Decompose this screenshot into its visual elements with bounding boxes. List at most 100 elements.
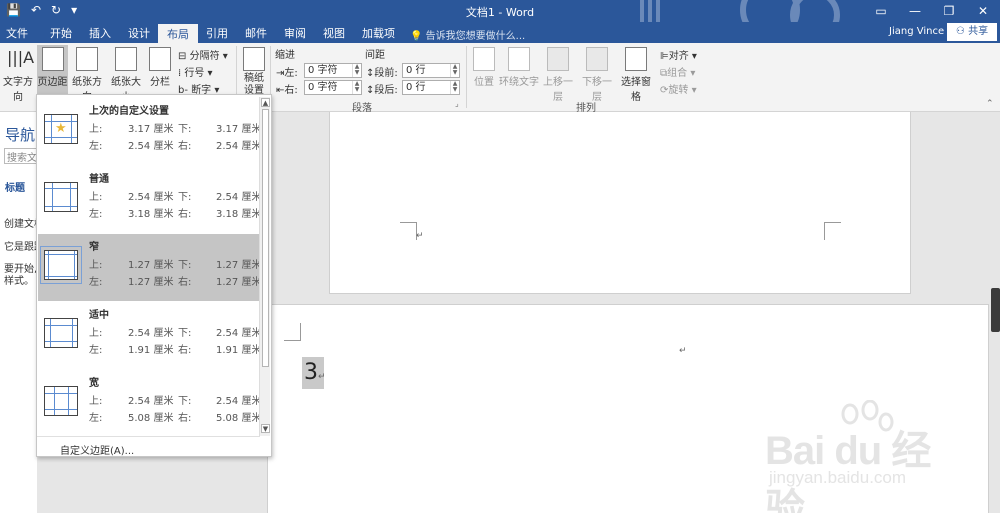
star-icon: ★ bbox=[55, 121, 67, 136]
breaks-icon: ⊟ bbox=[178, 51, 187, 62]
scroll-up-icon[interactable]: ▲ bbox=[261, 98, 270, 107]
ribbon-display-icon[interactable]: ▭ bbox=[864, 0, 898, 22]
spacing-before-input[interactable]: 0 行 ▲ ▼ bbox=[402, 63, 460, 78]
tab-references[interactable]: 引用 bbox=[206, 25, 228, 41]
margin-corner-mark bbox=[824, 222, 841, 240]
margins-icon bbox=[41, 47, 64, 71]
indent-left-label: ⇥左: bbox=[276, 68, 298, 79]
tab-review[interactable]: 审阅 bbox=[284, 25, 306, 41]
indent-right-input[interactable]: 0 字符 ▲ ▼ bbox=[304, 80, 362, 95]
margins-button[interactable]: 页边距 bbox=[37, 45, 68, 95]
spin-arrows-icon[interactable]: ▲ ▼ bbox=[352, 81, 361, 94]
margin-preset-narrow[interactable]: 窄 上: 1.27 厘米 下: 1.27 厘米 左: 1.27 厘米 右: 1.… bbox=[38, 234, 261, 301]
margin-thumbnail: ★ bbox=[44, 114, 78, 144]
menu-divider bbox=[37, 436, 260, 437]
restore-icon[interactable]: ❐ bbox=[932, 0, 966, 22]
custom-margins-item[interactable]: 自定义边距(A)... bbox=[60, 442, 134, 457]
send-backward-button[interactable]: 下移一层 bbox=[578, 47, 616, 103]
window-title: 文档1 - Word bbox=[465, 6, 535, 19]
scroll-down-icon[interactable]: ▼ bbox=[261, 424, 270, 433]
margin-corner-mark bbox=[284, 323, 301, 341]
position-icon bbox=[473, 47, 495, 71]
nav-text-line: 样式。 bbox=[4, 276, 34, 287]
dialog-launcher-icon[interactable]: ⌟ bbox=[455, 99, 459, 108]
side-handle[interactable] bbox=[991, 288, 1000, 332]
tab-file[interactable]: 文件 bbox=[6, 25, 28, 41]
paragraph-mark: ↵ bbox=[679, 346, 687, 356]
bring-forward-icon bbox=[547, 47, 569, 71]
dropdown-scrollbar[interactable]: ▲ ▼ bbox=[259, 97, 270, 436]
watermark-url: jingyan.baidu.com bbox=[769, 468, 907, 487]
position-button[interactable]: 位置 bbox=[470, 47, 498, 88]
lightbulb-icon: 💡 bbox=[410, 31, 423, 42]
window-controls: ▭ — ❐ ✕ bbox=[864, 0, 1000, 22]
tab-design[interactable]: 设计 bbox=[128, 25, 150, 41]
margin-thumbnail bbox=[40, 246, 82, 284]
share-button[interactable]: ⚇ 共享 bbox=[947, 23, 997, 41]
spacing-after-input[interactable]: 0 行 ▲ ▼ bbox=[402, 80, 460, 95]
nav-text-line: 它是跟踪 bbox=[4, 242, 37, 253]
nav-title: 导航 bbox=[5, 126, 36, 144]
tell-me-box[interactable]: 💡 告诉我您想要做什么... bbox=[410, 27, 525, 42]
tab-mailings[interactable]: 邮件 bbox=[245, 25, 267, 41]
margin-preset-normal[interactable]: 普通 上: 2.54 厘米 下: 2.54 厘米 左: 3.18 厘米 右: 3… bbox=[38, 166, 261, 233]
spacing-before-label: ↕段前: bbox=[366, 68, 398, 79]
collapse-ribbon-icon[interactable]: ⌃ bbox=[986, 99, 994, 109]
nav-text-line: 创建文档 bbox=[4, 219, 37, 230]
orientation-icon bbox=[76, 47, 98, 71]
tab-home[interactable]: 开始 bbox=[50, 25, 72, 41]
wrap-text-button[interactable]: 环绕文字 bbox=[499, 47, 539, 88]
line-numbers-button[interactable]: ⁞ 行号 ▾ bbox=[178, 64, 213, 79]
rotate-button[interactable]: ⟳旋转 ▾ bbox=[660, 81, 697, 96]
margin-preset-moderate[interactable]: 适中 上: 2.54 厘米 下: 2.54 厘米 左: 1.91 厘米 右: 1… bbox=[38, 302, 261, 369]
share-label: 共享 bbox=[968, 26, 989, 37]
tab-insert[interactable]: 插入 bbox=[89, 25, 111, 41]
close-icon[interactable]: ✕ bbox=[966, 0, 1000, 22]
text-direction-button[interactable]: |||A 文字方向 bbox=[0, 47, 36, 103]
watermark-brand: Bai du 经验 bbox=[765, 429, 931, 513]
person-icon: ⚇ bbox=[955, 26, 965, 37]
spin-arrows-icon[interactable]: ▲ ▼ bbox=[450, 81, 459, 94]
spin-arrows-icon[interactable]: ▲ ▼ bbox=[450, 64, 459, 77]
tab-view[interactable]: 视图 bbox=[323, 25, 345, 41]
baidu-watermark: Bai du 经验 jingyan.baidu.com bbox=[755, 400, 965, 513]
wrap-text-icon bbox=[508, 47, 530, 71]
tab-addins[interactable]: 加载项 bbox=[362, 25, 395, 41]
margin-preset-wide[interactable]: 宽 上: 2.54 厘米 下: 2.54 厘米 左: 5.08 厘米 右: 5.… bbox=[38, 370, 261, 437]
indent-header: 缩进 bbox=[275, 50, 295, 61]
selected-text[interactable]: 3↵ bbox=[302, 357, 326, 389]
align-icon: ⊫ bbox=[660, 51, 669, 62]
user-name[interactable]: Jiang Vince bbox=[889, 26, 944, 37]
spacing-header: 间距 bbox=[365, 50, 385, 61]
group-button[interactable]: ⧉组合 ▾ bbox=[660, 64, 695, 79]
tab-layout[interactable]: 布局 bbox=[158, 24, 198, 43]
indent-left-input[interactable]: 0 字符 ▲ ▼ bbox=[304, 63, 362, 78]
margin-corner-mark bbox=[400, 222, 417, 240]
draft-settings-button[interactable]: 稿纸设置 bbox=[240, 47, 268, 97]
line-numbers-icon: ⁞ bbox=[178, 68, 182, 79]
nav-search-input[interactable]: 搜索文档 bbox=[4, 148, 37, 164]
paper-size-icon bbox=[115, 47, 137, 71]
selection-pane-icon bbox=[625, 47, 647, 71]
spacing-after-label: ↕段后: bbox=[366, 85, 398, 96]
spin-arrows-icon[interactable]: ▲ ▼ bbox=[352, 64, 361, 77]
ribbon-tabs: 文件 开始 插入 设计 布局 引用 邮件 审阅 视图 加载项 💡 告诉我您想要做… bbox=[0, 22, 1000, 43]
selection-pane-button[interactable]: 选择窗格 bbox=[617, 47, 655, 103]
indent-right-label: ⇤右: bbox=[276, 85, 298, 96]
columns-button[interactable]: 分栏 bbox=[146, 47, 174, 88]
nav-headings-tab[interactable]: 标题 bbox=[5, 179, 35, 194]
bring-forward-button[interactable]: 上移一层 bbox=[539, 47, 577, 103]
scrollbar-thumb[interactable] bbox=[262, 109, 269, 367]
margins-dropdown: 上次的自定义设置 ★ 上: 3.17 厘米 下: 3.17 厘米 左: 2.54… bbox=[36, 94, 272, 457]
margin-preset-last-custom[interactable]: 上次的自定义设置 ★ 上: 3.17 厘米 下: 3.17 厘米 左: 2.54… bbox=[38, 98, 261, 165]
margin-thumbnail bbox=[44, 386, 78, 416]
breaks-button[interactable]: ⊟ 分隔符 ▾ bbox=[178, 47, 228, 62]
text-direction-icon: |||A bbox=[7, 48, 35, 67]
tell-me-placeholder: 告诉我您想要做什么... bbox=[425, 31, 526, 42]
minimize-icon[interactable]: — bbox=[898, 0, 932, 22]
align-button[interactable]: ⊫对齐 ▾ bbox=[660, 47, 697, 62]
send-backward-icon bbox=[586, 47, 608, 71]
columns-icon bbox=[149, 47, 171, 71]
page-1[interactable]: ↵ bbox=[329, 112, 911, 294]
margin-thumbnail bbox=[44, 182, 78, 212]
